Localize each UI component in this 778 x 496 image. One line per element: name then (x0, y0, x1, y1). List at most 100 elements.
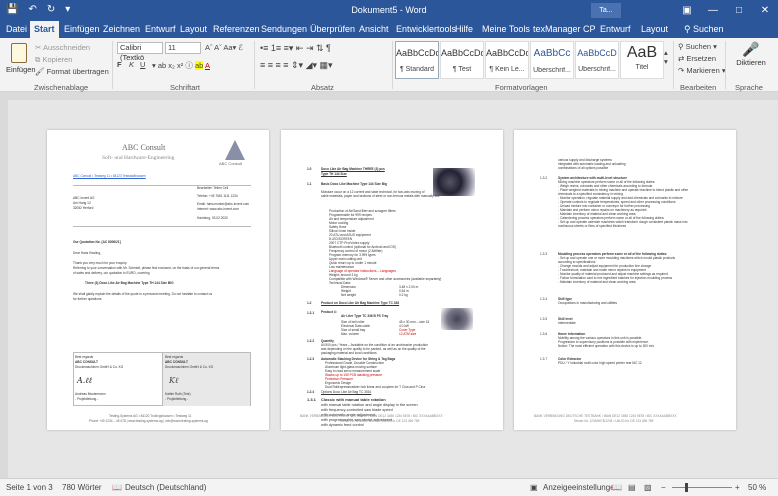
quotation-item: Three (3) Doco Like Air Bag Machine Type… (85, 281, 174, 285)
clipboard-icon (11, 43, 27, 63)
language-indicator[interactable]: Deutsch (Deutschland) (125, 483, 206, 492)
word-count[interactable]: 780 Wörter (62, 483, 102, 492)
style-test[interactable]: AaBbCcDd ¶ Test (440, 41, 484, 79)
address-line: 32052 Herford (73, 206, 94, 210)
font-name-combo[interactable]: Calibri (Textkö (117, 42, 163, 62)
body-text: packaging material and local conditions (321, 351, 377, 355)
section-number: 1.2 (307, 301, 312, 305)
style-ueberschrift1[interactable]: AaBbCc Überschrif... (530, 41, 574, 79)
page-footer: BANK VERBINDUNG DEUTSCHE TESTBANK • IBAN… (534, 414, 677, 418)
section-number: 1.3.1 (307, 397, 316, 402)
tab-tabellen-layout[interactable]: Layout (641, 24, 668, 34)
speech-group-label: Sprache (735, 83, 763, 92)
maximize-button[interactable]: □ (726, 0, 752, 21)
align-buttons[interactable]: ≡ ≡ ≡ ≡ ⇕▾ ◢▾ ▦▾ (260, 60, 333, 71)
section-heading: Type TH 144 Size (321, 172, 347, 176)
vertical-ruler[interactable] (0, 100, 8, 478)
tab-meine-tools[interactable]: Meine Tools (482, 24, 530, 34)
tab-datei[interactable]: Datei (6, 24, 27, 34)
grow-font-icon[interactable]: Aˆ Aˇ Aa▾ ℰ (205, 43, 243, 52)
style-kein-leerraum[interactable]: AaBbCcDd ¶ Kein Le... (485, 41, 529, 79)
tab-entwurf[interactable]: Entwurf (145, 24, 176, 34)
font-effects-icons[interactable]: ▾ ab x₂ x² ⓘ ‍ab A (152, 60, 210, 71)
signature-text: Druckmaschinen GmbH & Co. KG (75, 365, 124, 369)
document-page-2[interactable]: 1.0 Doco Like Air Bag Machine THREE (3) … (281, 130, 503, 430)
company-name: ABC Consult (122, 143, 166, 152)
proofing-icon[interactable]: 📖 (112, 483, 122, 492)
body-text: for further questions. (73, 297, 103, 301)
tab-suchen[interactable]: Suchen (693, 24, 724, 34)
display-settings-icon[interactable]: ▣ (530, 483, 538, 492)
tab-hilfe[interactable]: Hilfe (455, 24, 473, 34)
section-number: 1.3.3 (540, 252, 548, 256)
vertical-scrollbar[interactable] (770, 100, 778, 478)
body-text: of sales and delivery, our quotation in … (73, 271, 150, 275)
company-logo (225, 140, 245, 160)
style-ueberschrift2[interactable]: AaBbCcD Überschrif... (575, 41, 619, 79)
signature-text: Andreas Mustermann (75, 392, 106, 396)
search-icon[interactable]: ⚲ (684, 24, 691, 35)
document-page-3[interactable]: various supply and discharge systems int… (514, 130, 736, 430)
section-number: 1.2.3 (307, 357, 315, 361)
style-titel[interactable]: AaB Titel (620, 41, 664, 79)
section-number: 1.2.1 (307, 311, 315, 315)
paragraph-group-label: Absatz (311, 83, 334, 92)
magnifier-icon: ⚲ (678, 42, 684, 51)
read-mode-icon[interactable]: 📖 (612, 483, 622, 492)
cut-button[interactable]: ✂ Ausschneiden (35, 43, 90, 52)
copy-button[interactable]: ⧉ Kopieren (35, 55, 72, 65)
tab-ansicht[interactable]: Ansicht (359, 24, 389, 34)
tab-referenzen[interactable]: Referenzen (213, 24, 260, 34)
zoom-out-button[interactable]: − (661, 483, 666, 492)
replace-button[interactable]: ⇄ Ersetzen (678, 54, 716, 63)
dictate-button[interactable]: 🎤 Diktieren (728, 41, 774, 67)
zoom-in-button[interactable]: + (735, 483, 740, 492)
tab-sendungen[interactable]: Sendungen (261, 24, 307, 34)
account-button[interactable]: Ta... (591, 3, 621, 18)
paste-button[interactable]: Einfügen (6, 41, 36, 79)
zoom-level[interactable]: 50 % (748, 483, 766, 492)
web-layout-icon[interactable]: ▧ (644, 483, 652, 492)
styles-more-icon[interactable]: ▴ ▾ (664, 48, 668, 66)
company-tagline: Soft- und Hardware-Engineering (102, 155, 175, 161)
tab-start[interactable]: Start (30, 21, 59, 38)
italic-button[interactable]: K (129, 60, 134, 69)
contact-line: Email: hans.muster@abc-invent.com (197, 202, 250, 206)
signature-text: - Projektleitung - (165, 397, 189, 401)
tab-tabellen-entwurf[interactable]: Entwurf (600, 24, 631, 34)
tab-einfuegen[interactable]: Einfügen (64, 24, 100, 34)
bold-button[interactable]: F (117, 60, 122, 69)
ribbon-display-icon[interactable]: ▣ (674, 0, 700, 21)
horizontal-ruler[interactable] (0, 92, 778, 100)
list-buttons[interactable]: •≡ 1≡ ≡▾ ⇤ ⇥ ⇅ ¶ (260, 43, 331, 54)
tab-texmanager[interactable]: texManager CP (533, 24, 596, 34)
select-button[interactable]: ↷ Markieren ▾ (678, 66, 726, 75)
body-text: Notice: The most efficient operation wit… (558, 344, 654, 348)
search-button[interactable]: ⚲ Suchen ▾ (678, 42, 717, 51)
section-number: 1.3.2 (540, 176, 548, 180)
tab-entwicklertools[interactable]: Entwicklertools (396, 24, 456, 34)
font-group-label: Schriftart (170, 83, 201, 92)
tech-data-label: Net weight (341, 293, 357, 297)
signature-text: Druckmaschinen GmbH & Co. KG (165, 365, 214, 369)
body-text: Intermediate (558, 321, 576, 325)
zoom-slider[interactable] (672, 487, 732, 488)
print-layout-icon[interactable]: ▤ (628, 483, 636, 492)
font-size-combo[interactable]: 11 (165, 42, 201, 54)
tab-layout[interactable]: Layout (180, 24, 207, 34)
greeting: Dear Hans Kissling, (73, 251, 101, 255)
close-button[interactable]: ✕ (752, 0, 778, 21)
tab-zeichnen[interactable]: Zeichnen (103, 24, 140, 34)
section-heading: Options Doco Like Air Bag TC 3516 (321, 390, 372, 394)
document-page-1[interactable]: ABC Consult Soft- und Hardware-Engineeri… (47, 130, 269, 430)
zoom-slider-thumb[interactable] (685, 483, 688, 492)
display-settings[interactable]: Anzeigeeinstellungen (543, 483, 619, 492)
replace-icon: ⇄ (678, 54, 685, 63)
minimize-button[interactable]: — (700, 0, 726, 21)
underline-button[interactable]: U (140, 60, 145, 69)
section-number: 1.3.6 (540, 332, 548, 336)
page-indicator[interactable]: Seite 1 von 3 (6, 483, 53, 492)
style-standard[interactable]: AaBbCcDd ¶ Standard (395, 41, 439, 79)
format-painter-button[interactable]: 🖌 Format übertragen (35, 67, 109, 76)
tab-ueberpruefen[interactable]: Überprüfen (310, 24, 355, 34)
